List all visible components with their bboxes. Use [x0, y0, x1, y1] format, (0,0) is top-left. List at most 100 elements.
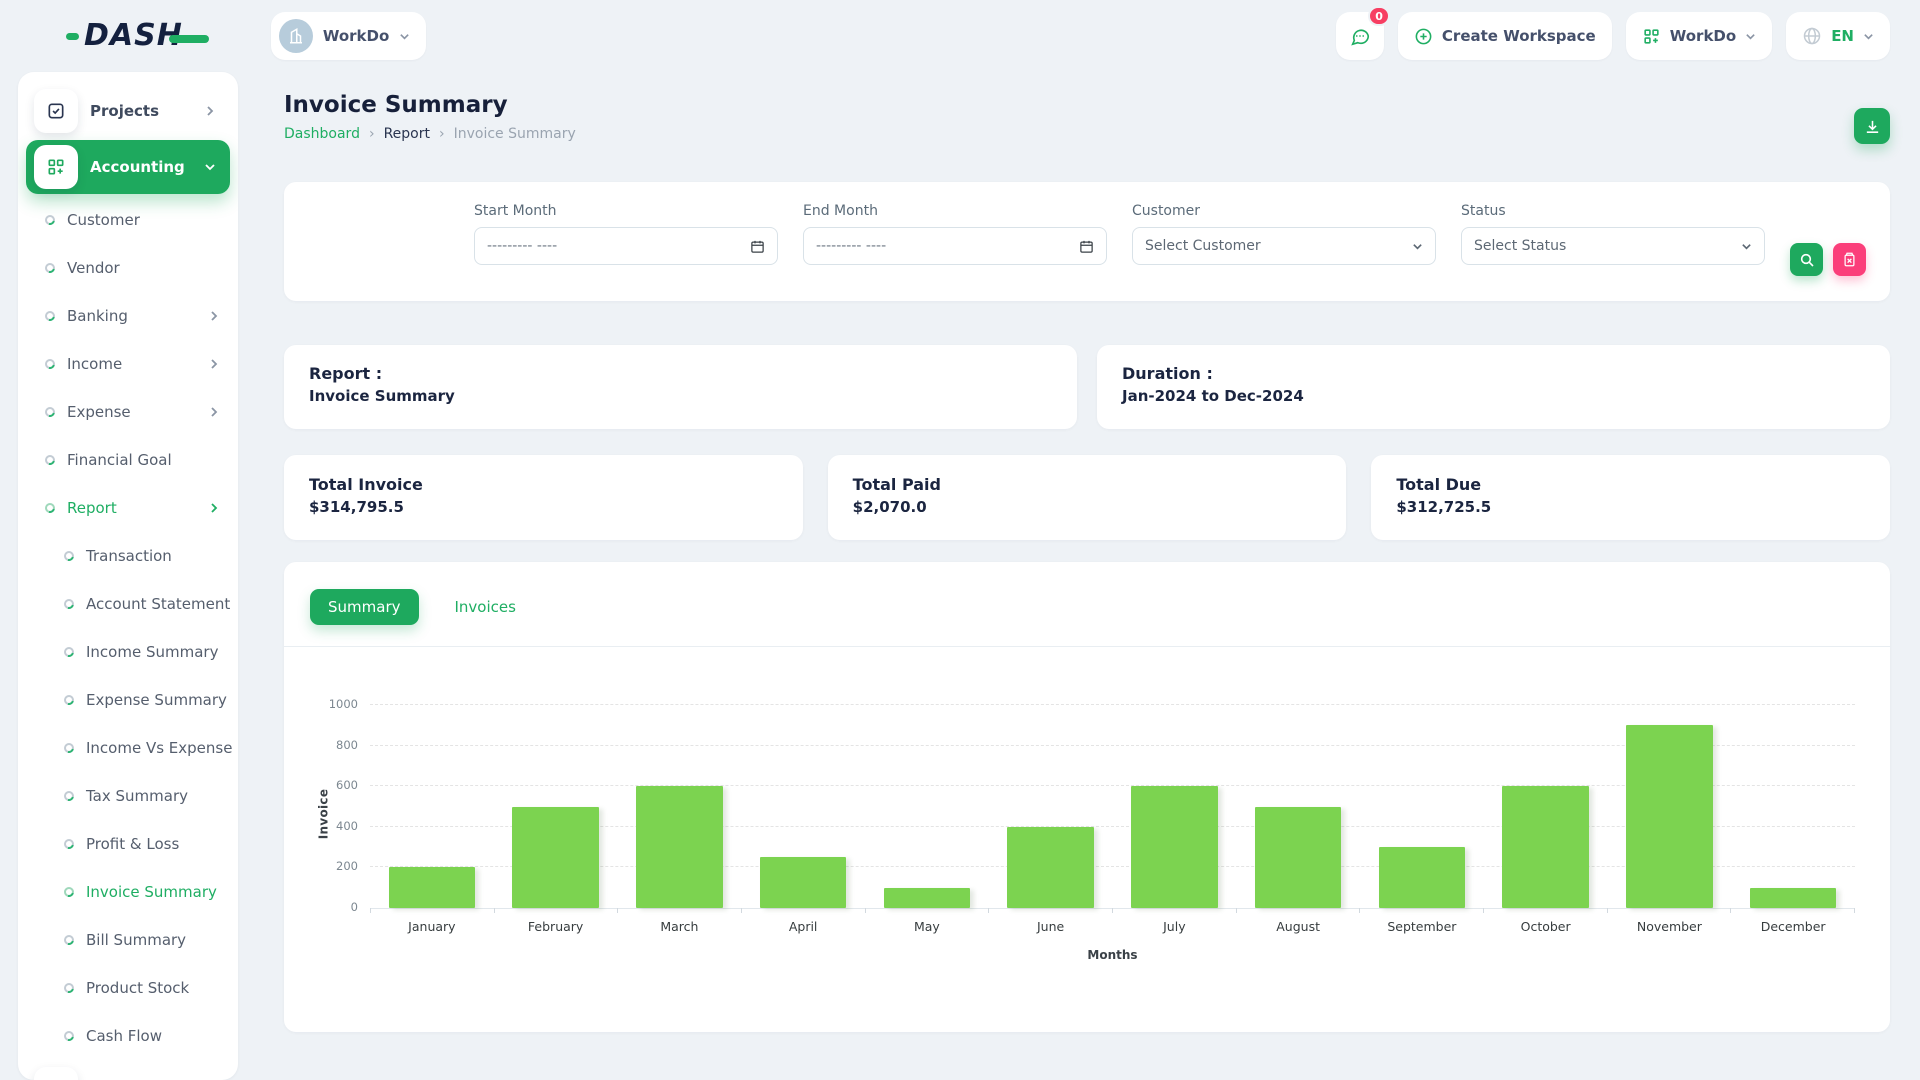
x-tick-label-april: April [741, 919, 865, 934]
create-workspace-button[interactable]: Create Workspace [1398, 12, 1612, 60]
sidebar-item-accounting[interactable]: Accounting [26, 140, 230, 194]
sidebar-item-transaction[interactable]: Transaction [18, 532, 238, 580]
bar-may [884, 888, 971, 908]
customer-field: Customer Select Customer [1132, 203, 1436, 280]
sidebar-item-product-stock[interactable]: Product Stock [18, 964, 238, 1012]
sidebar-item-label: Expense Summary [86, 691, 227, 709]
status-label: Status [1461, 203, 1765, 219]
y-tick-label-800: 800 [336, 738, 358, 752]
chevron-right-icon [208, 358, 220, 370]
bar-april [760, 857, 847, 908]
sidebar-item-projects[interactable]: Projects [26, 84, 230, 138]
sidebar-item-label: Tax Summary [86, 787, 188, 805]
tab-summary[interactable]: Summary [310, 589, 419, 625]
calendar-icon[interactable] [750, 239, 765, 254]
sidebar-item-label: Income Vs Expense [86, 739, 232, 757]
duration-label: Duration : [1122, 364, 1865, 383]
sidebar-item-label: Product Stock [86, 979, 189, 997]
page-title: Invoice Summary [284, 92, 576, 118]
sidebar-item-account-statement[interactable]: Account Statement [18, 580, 238, 628]
stats-row: Total Invoice $314,795.5 Total Paid $2,0… [284, 455, 1890, 540]
chevron-right-icon [208, 310, 220, 322]
bullet-icon [64, 839, 74, 849]
language-selector[interactable]: EN [1786, 12, 1890, 60]
top-header: DASH WorkDo 0 Create Workspace WorkDo EN [0, 0, 1920, 72]
x-tick-label-march: March [618, 919, 742, 934]
bullet-icon [64, 551, 74, 561]
sidebar-item-label: Accounting [90, 158, 185, 176]
sidebar-item-customer[interactable]: Customer [18, 196, 238, 244]
sidebar-item-tax-summary[interactable]: Tax Summary [18, 772, 238, 820]
x-tick-label-october: October [1484, 919, 1608, 934]
breadcrumb-dashboard[interactable]: Dashboard [284, 126, 360, 142]
duration-card: Duration : Jan-2024 to Dec-2024 [1097, 345, 1890, 429]
status-select[interactable]: Select Status [1461, 227, 1765, 265]
bar-slot-july [1113, 705, 1237, 908]
bar-slot-september [1360, 705, 1484, 908]
start-month-label: Start Month [474, 203, 778, 219]
total-due-card: Total Due $312,725.5 [1371, 455, 1890, 540]
sidebar-item-banking[interactable]: Banking [18, 292, 238, 340]
customer-select[interactable]: Select Customer [1132, 227, 1436, 265]
bar-september [1379, 847, 1466, 908]
end-month-input[interactable] [816, 238, 1079, 254]
bullet-icon [64, 983, 74, 993]
x-tick-label-july: July [1113, 919, 1237, 934]
bar-october [1502, 786, 1589, 908]
x-tick-label-june: June [989, 919, 1113, 934]
total-invoice-card: Total Invoice $314,795.5 [284, 455, 803, 540]
start-month-input[interactable] [487, 238, 750, 254]
y-tick-label-200: 200 [336, 859, 358, 873]
sidebar-item-financial-goal[interactable]: Financial Goal [18, 436, 238, 484]
sidebar-item-vendor[interactable]: Vendor [18, 244, 238, 292]
workspace-switcher[interactable]: WorkDo [271, 12, 426, 60]
sidebar-item-report[interactable]: Report [18, 484, 238, 532]
report-name-card: Report : Invoice Summary [284, 345, 1077, 429]
sidebar-item-bill-summary[interactable]: Bill Summary [18, 916, 238, 964]
sidebar-item-hrm[interactable]: HRM [26, 1062, 230, 1080]
bar-slot-may [865, 705, 989, 908]
workdo-menu-button[interactable]: WorkDo [1626, 12, 1772, 60]
filter-panel: Start Month End Month Customer Select Cu… [284, 182, 1890, 301]
download-icon [1864, 118, 1881, 135]
end-month-input-shell [803, 227, 1107, 265]
bar-slot-january [370, 705, 494, 908]
sidebar-item-income-summary[interactable]: Income Summary [18, 628, 238, 676]
download-report-button[interactable] [1854, 108, 1890, 144]
breadcrumb-report[interactable]: Report [384, 126, 430, 142]
chevron-down-icon [1745, 31, 1756, 42]
report-label: Report : [309, 364, 1052, 383]
chart-x-axis-title: Months [370, 948, 1855, 962]
reset-filter-button[interactable] [1833, 243, 1866, 276]
breadcrumb: Dashboard › Report › Invoice Summary [284, 126, 576, 142]
chevron-right-icon [204, 105, 216, 117]
customer-label: Customer [1132, 203, 1436, 219]
sidebar-item-profit-loss[interactable]: Profit & Loss [18, 820, 238, 868]
sidebar-item-income[interactable]: Income [18, 340, 238, 388]
sidebar-item-income-vs-expense[interactable]: Income Vs Expense [18, 724, 238, 772]
header-actions: 0 Create Workspace WorkDo EN [1336, 12, 1890, 60]
sidebar-item-expense[interactable]: Expense [18, 388, 238, 436]
checkbox-icon [46, 101, 66, 121]
sidebar-item-expense-summary[interactable]: Expense Summary [18, 676, 238, 724]
logo-dash-accent2 [169, 35, 209, 43]
sidebar-item-cash-flow[interactable]: Cash Flow [18, 1012, 238, 1060]
calendar-icon[interactable] [1079, 239, 1094, 254]
messages-button[interactable]: 0 [1336, 12, 1384, 60]
total-paid-label: Total Paid [853, 475, 1322, 494]
start-month-field: Start Month [474, 203, 778, 280]
total-invoice-value: $314,795.5 [309, 498, 778, 516]
breadcrumb-separator: › [439, 126, 445, 142]
apply-filter-button[interactable] [1790, 243, 1823, 276]
sidebar-item-label: Transaction [86, 547, 172, 565]
tab-invoices[interactable]: Invoices [437, 589, 534, 625]
workspace-name: WorkDo [323, 27, 389, 45]
main-content: Invoice Summary Dashboard › Report › Inv… [284, 72, 1890, 1032]
chart-tabs: Summary Invoices [284, 562, 1890, 625]
chevron-right-icon [208, 310, 220, 322]
x-tick-label-september: September [1360, 919, 1484, 934]
chevron-right-icon [208, 406, 220, 418]
sidebar-item-invoice-summary[interactable]: Invoice Summary [18, 868, 238, 916]
bar-august [1255, 807, 1342, 909]
page-head: Invoice Summary Dashboard › Report › Inv… [284, 92, 1890, 144]
